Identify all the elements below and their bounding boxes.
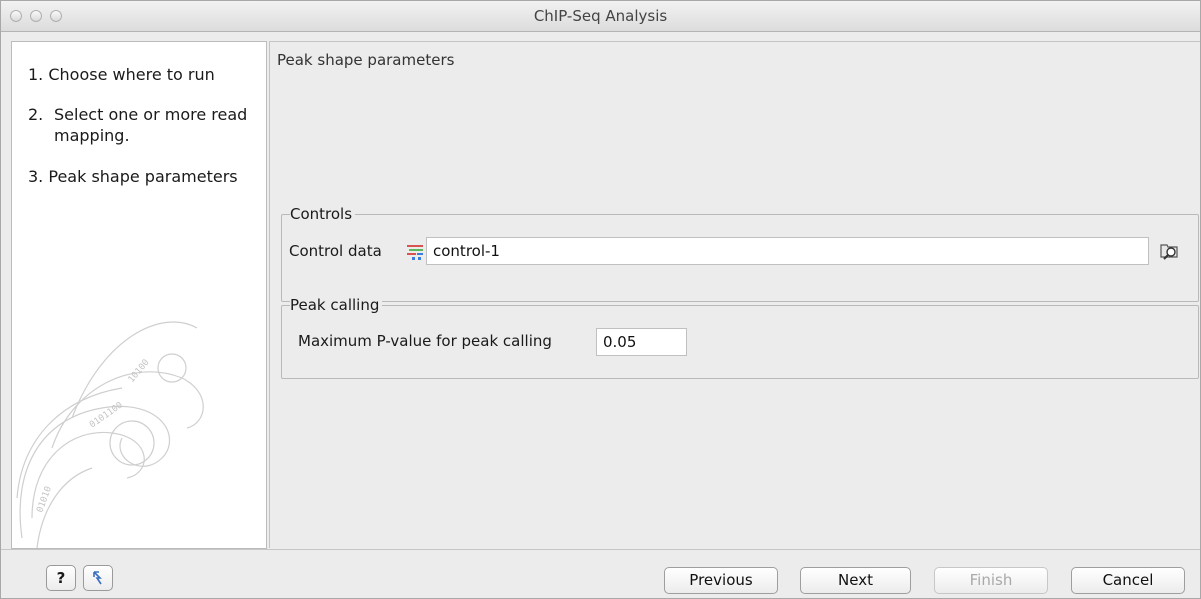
title-bar: ChIP-Seq Analysis (1, 1, 1200, 32)
finish-button[interactable]: Finish (934, 567, 1048, 594)
decorative-swirl-graphic: 0101100 01010 10100 (16, 321, 204, 548)
pvalue-input[interactable] (596, 328, 687, 356)
pvalue-label: Maximum P-value for peak calling (298, 332, 552, 350)
step-label: Peak shape parameters (48, 167, 238, 186)
control-data-input[interactable] (426, 237, 1149, 265)
peak-calling-group: Peak calling Maximum P-value for peak ca… (281, 296, 1199, 379)
browse-folder-icon[interactable] (1158, 239, 1180, 261)
main-panel: Peak shape parameters Controls Control d… (269, 41, 1200, 548)
dialog-window: ChIP-Seq Analysis 1. Choose where to run… (0, 0, 1201, 599)
wizard-step-1: 1. Choose where to run (28, 64, 258, 85)
window-title: ChIP-Seq Analysis (533, 7, 668, 25)
section-heading: Peak shape parameters (277, 51, 455, 69)
step-number: 2. (28, 105, 44, 124)
wizard-steps-panel: 1. Choose where to run 2. Select one or … (11, 41, 267, 549)
controls-legend: Controls (290, 205, 356, 223)
control-data-label: Control data (289, 242, 382, 260)
svg-text:01010: 01010 (35, 485, 54, 514)
wizard-footer: ? Previous Next Finish Cancel (1, 549, 1200, 598)
step-number: 3. (28, 167, 44, 186)
step-label: Choose where to run (48, 65, 215, 84)
peak-calling-legend: Peak calling (290, 296, 383, 314)
controls-group: Controls Control data (281, 205, 1199, 302)
help-button[interactable]: ? (46, 565, 76, 591)
read-mapping-icon (407, 244, 423, 260)
step-number: 1. (28, 65, 44, 84)
previous-button[interactable]: Previous (664, 567, 778, 594)
wizard-step-2: 2. Select one or more read mapping. (28, 104, 258, 146)
cancel-button[interactable]: Cancel (1071, 567, 1185, 594)
svg-text:0101100: 0101100 (88, 401, 125, 431)
wizard-step-3: 3. Peak shape parameters (28, 166, 258, 187)
reset-button[interactable] (83, 565, 113, 591)
next-button[interactable]: Next (800, 567, 911, 594)
reset-icon (91, 571, 105, 590)
step-label: Select one or more read mapping. (54, 105, 248, 145)
